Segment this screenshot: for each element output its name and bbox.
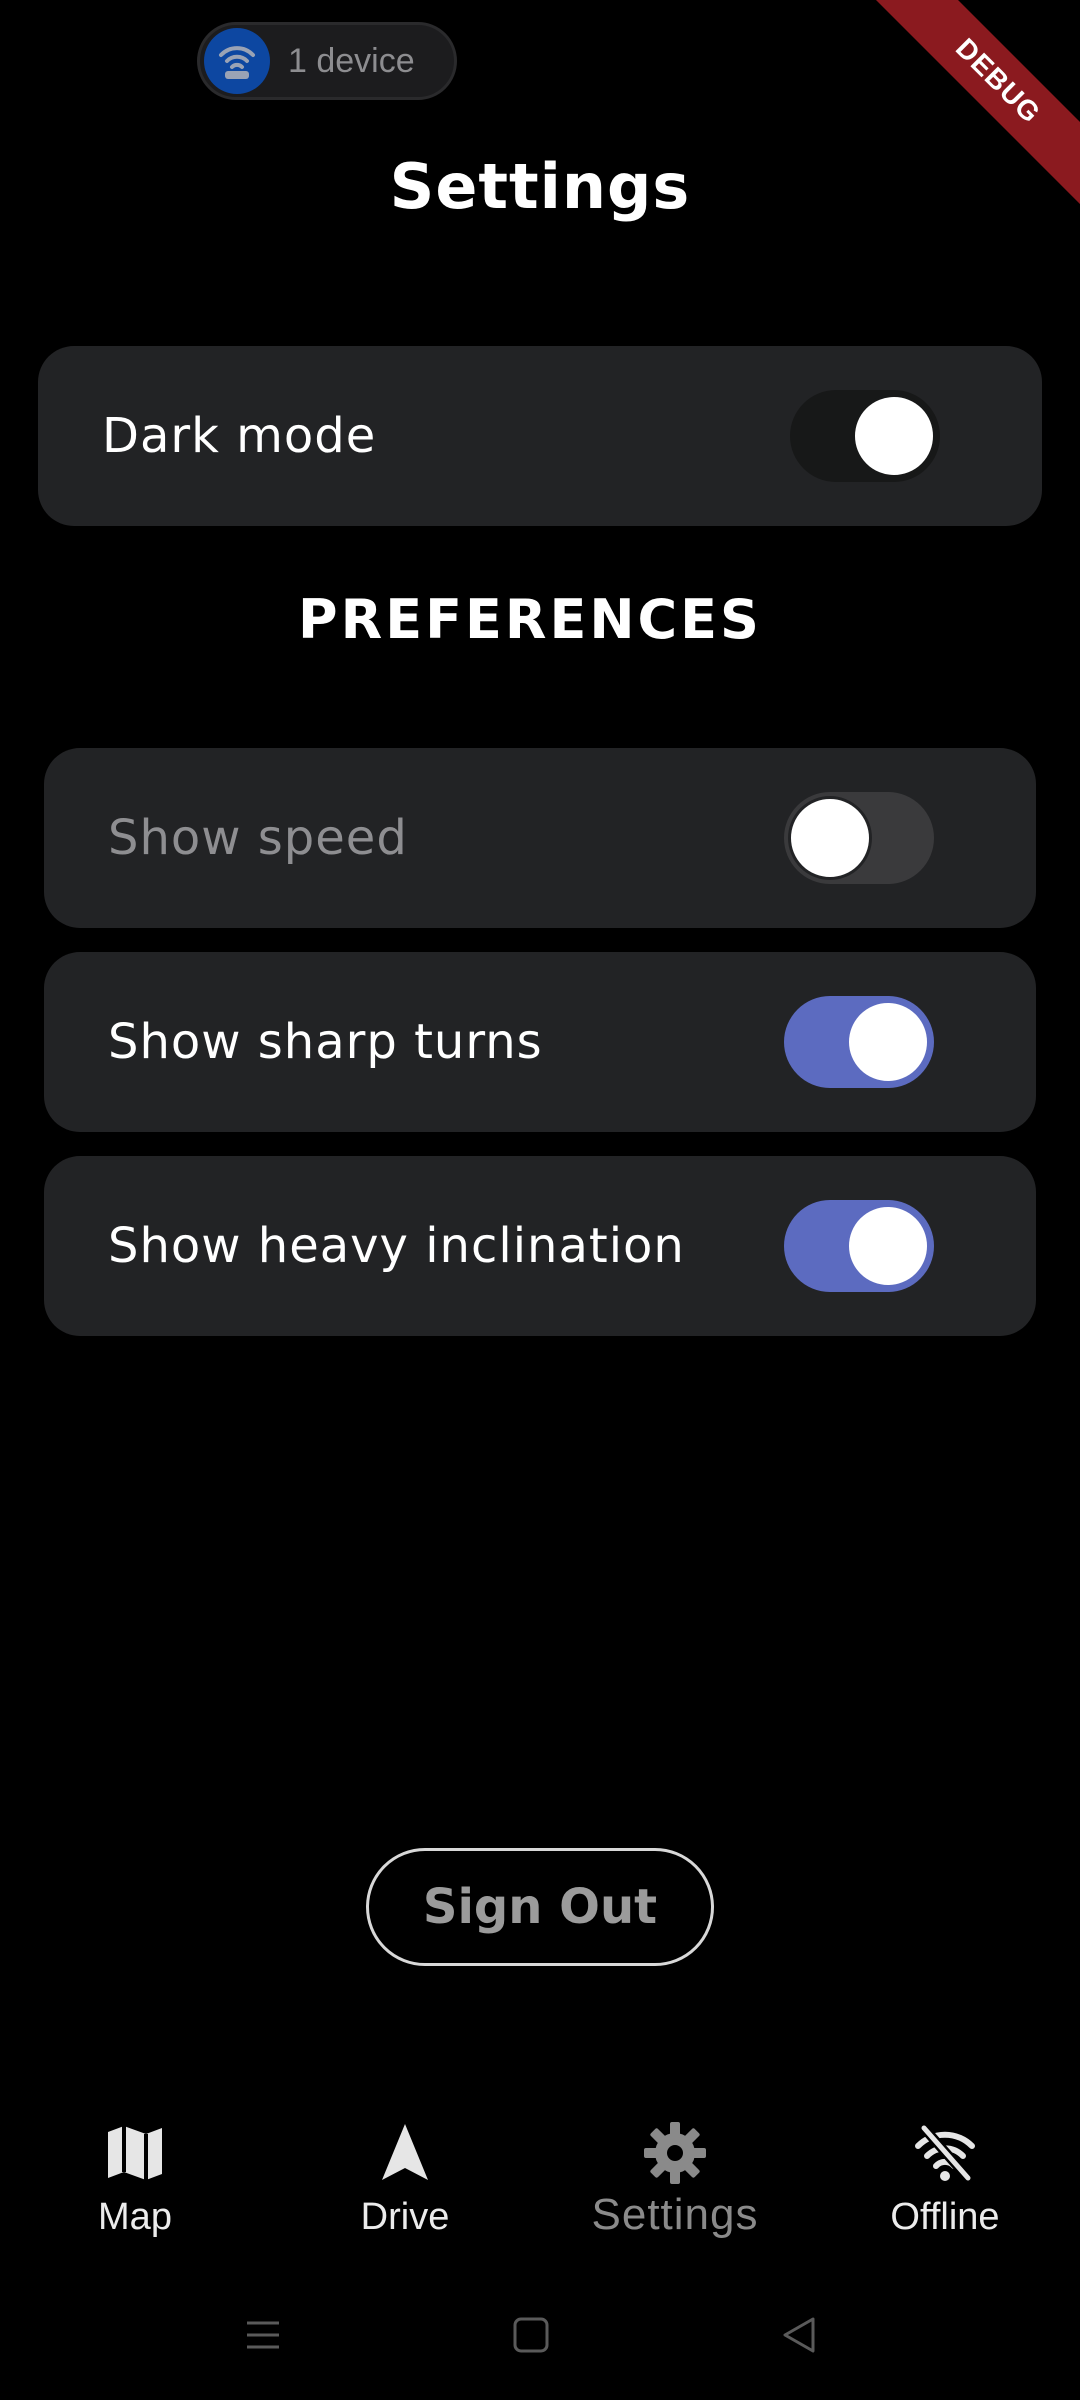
toggle-thumb [846,1204,930,1288]
nav-item-settings[interactable]: Settings [540,2100,810,2260]
preferences-heading: PREFERENCES [298,588,762,651]
sign-out-button[interactable]: Sign Out [366,1848,714,1966]
show-heavy-inclination-label: Show heavy inclination [108,1218,685,1274]
dark-mode-label: Dark mode [102,408,377,464]
wifi-off-icon [915,2124,975,2182]
back-triangle-icon [783,2317,815,2353]
show-sharp-turns-toggle[interactable] [784,996,934,1088]
nav-label-map: Map [98,2196,172,2238]
home-button[interactable] [486,2290,576,2380]
toggle-thumb [788,796,872,880]
nav-item-offline[interactable]: Offline [810,2100,1080,2260]
device-status-pill[interactable]: 1 device [197,22,457,100]
back-button[interactable] [754,2290,844,2380]
nav-label-settings: Settings [591,2190,759,2239]
bottom-navigation: Map Drive Settings Offline [0,2100,1080,2260]
dark-mode-card: Dark mode [38,346,1042,526]
toggle-thumb [846,1000,930,1084]
show-speed-label: Show speed [108,810,408,866]
page-title: Settings [389,150,691,223]
show-heavy-inclination-toggle[interactable] [784,1200,934,1292]
show-speed-card: Show speed [44,748,1036,928]
gear-icon [644,2122,706,2184]
show-sharp-turns-label: Show sharp turns [108,1014,543,1070]
map-icon [108,2126,162,2180]
nav-item-drive[interactable]: Drive [270,2100,540,2260]
system-navigation-bar [0,2290,1080,2380]
show-heavy-inclination-card: Show heavy inclination [44,1156,1036,1336]
show-speed-toggle[interactable] [784,792,934,884]
nav-item-map[interactable]: Map [0,2100,270,2260]
dark-mode-toggle[interactable] [790,390,940,482]
wifi-device-icon [204,28,270,94]
show-sharp-turns-card: Show sharp turns [44,952,1036,1132]
recent-apps-button[interactable] [218,2290,308,2380]
menu-lines-icon [247,2321,279,2349]
navigation-arrow-icon [382,2124,428,2180]
square-icon [513,2317,549,2353]
nav-label-drive: Drive [360,2196,450,2238]
nav-label-offline: Offline [890,2196,1000,2238]
device-count-label: 1 device [288,41,415,80]
toggle-thumb [852,394,936,478]
